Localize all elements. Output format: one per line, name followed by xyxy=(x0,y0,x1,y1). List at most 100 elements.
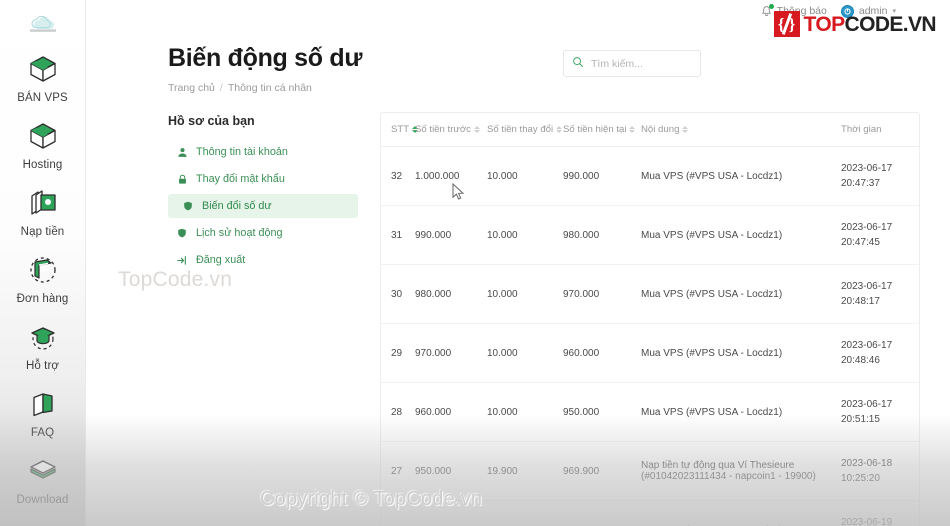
breadcrumb: Trang chủ / Thông tin cá nhân xyxy=(168,82,950,94)
table-row[interactable]: 29 970.000 10.000 960.000 Mua VPS (#VPS USA … xyxy=(381,323,919,383)
cell-note: Mua VPS (#VPS USA - Locdz1) xyxy=(641,146,841,206)
cell-change: 10.000 xyxy=(487,205,563,265)
timestamp-time: 20:51:15 xyxy=(841,414,880,425)
col-label: Số tiền thay đổi xyxy=(487,124,554,135)
cell-note: Mua VPS (#VPS USA - Locdz1) xyxy=(641,500,841,526)
timestamp-date: 2023-06-17 xyxy=(841,222,893,233)
topcode-wordmark: TOPCODE.VN xyxy=(804,14,937,35)
timestamp-date: 2023-06-17 xyxy=(841,281,893,292)
sidebar-label: Nạp tiền xyxy=(20,226,65,238)
cell-note: Nạp tiền tự động qua Ví Thesieure (#0104… xyxy=(641,441,841,501)
col-so-tien-truoc[interactable]: Số tiền trước xyxy=(415,113,487,147)
menu-item-label: Lịch sử hoạt động xyxy=(196,227,283,239)
sidebar-label: Đơn hàng xyxy=(16,293,69,305)
brand-cloud-logo[interactable] xyxy=(19,11,67,37)
sidebar-item-ho-tro[interactable]: Hỗ trợ xyxy=(0,317,86,372)
col-noi-dung[interactable]: Nội dung xyxy=(641,113,841,147)
cube-icon xyxy=(23,49,63,89)
cell-stt: 31 xyxy=(381,205,415,265)
cell-note: Mua VPS (#VPS USA - Locdz1) xyxy=(641,382,841,442)
breadcrumb-separator: / xyxy=(219,82,223,94)
table-header-row: STT Số tiền trước Số tiền thay đổi Số ti… xyxy=(381,113,919,147)
timestamp-date: 2023-06-17 xyxy=(841,163,893,174)
cell-timestamp: 2023-06-17 20:51:15 xyxy=(841,382,919,442)
sidebar-item-hosting[interactable]: Hosting xyxy=(0,116,86,171)
shield-icon xyxy=(176,227,188,239)
sidebar-label: Hỗ trợ xyxy=(25,360,60,372)
menu-item-thong-tin-tai-khoan[interactable]: Thông tin tài khoản xyxy=(168,140,358,164)
timestamp-date: 2023-06-17 xyxy=(841,399,893,410)
sidebar-item-ban-vps[interactable]: BÁN VPS xyxy=(0,49,86,104)
timestamp-date: 2023-06-17 xyxy=(841,340,893,351)
cell-stt: 29 xyxy=(381,323,415,383)
table-row[interactable]: 30 980.000 10.000 970.000 Mua VPS (#VPS USA … xyxy=(381,264,919,324)
cell-stt: 32 xyxy=(381,146,415,206)
timestamp-time: 20:47:45 xyxy=(841,237,880,248)
cell-change: 10.000 xyxy=(487,146,563,206)
col-label: Số tiền hiện tại xyxy=(563,124,627,135)
menu-item-label: Thông tin tài khoản xyxy=(196,146,288,158)
cube-icon xyxy=(23,116,63,156)
col-label: Số tiền trước xyxy=(415,124,471,135)
cell-current: 980.000 xyxy=(563,205,641,265)
menu-item-label: Đăng xuất xyxy=(196,254,246,266)
profile-menu: Hồ sơ của bạn Thông tin tài khoản Thay đ… xyxy=(168,112,358,526)
search-box[interactable]: Tìm kiếm... xyxy=(563,50,701,77)
sidebar-item-nap-tien[interactable]: Nạp tiền xyxy=(0,183,86,238)
cell-change: 10.000 xyxy=(487,382,563,442)
cell-stt: 30 xyxy=(381,264,415,324)
bell-icon xyxy=(760,3,774,18)
cell-timestamp: 2023-06-1922:07:33 xyxy=(841,500,919,526)
cell-current: 969.900 xyxy=(563,441,641,501)
sidebar-label: FAQ xyxy=(30,427,55,439)
sidebar-label: BÁN VPS xyxy=(17,92,68,104)
cell-timestamp: 2023-06-17 20:47:37 xyxy=(841,146,919,206)
col-so-tien-thay-doi[interactable]: Số tiền thay đổi xyxy=(487,113,563,147)
sort-icon[interactable] xyxy=(629,126,636,133)
cell-timestamp: 2023-06-17 20:48:17 xyxy=(841,264,919,324)
table-row[interactable]: 31 990.000 10.000 980.000 Mua VPS (#VPS USA … xyxy=(381,205,919,265)
breadcrumb-current: Thông tin cá nhân xyxy=(227,82,312,94)
cell-before: 1.000.000 xyxy=(415,146,487,206)
timestamp-time: 10:25:20 xyxy=(841,473,880,484)
sort-icon[interactable] xyxy=(473,126,480,133)
col-label: Nội dung xyxy=(641,124,680,135)
table: STT Số tiền trước Số tiền thay đổi Số ti… xyxy=(381,113,919,526)
table-row[interactable]: 27 950.000 19.900 969.900 Nạp tiền tự động q… xyxy=(381,441,919,501)
sort-icon[interactable] xyxy=(556,126,563,133)
menu-item-thay-doi-mat-khau[interactable]: Thay đổi mật khẩu xyxy=(168,167,358,191)
cell-change: 10.000 xyxy=(487,323,563,383)
content-row: Hồ sơ của bạn Thông tin tài khoản Thay đ… xyxy=(86,94,950,526)
sidebar-item-don-hang[interactable]: Đơn hàng xyxy=(0,250,86,305)
table-row[interactable]: 28 960.000 10.000 950.000 Mua VPS (#VPS USA … xyxy=(381,382,919,442)
table-row[interactable]: 32 1.000.000 10.000 990.000 Mua VPS (#VPS US… xyxy=(381,146,919,206)
breadcrumb-home[interactable]: Trang chủ xyxy=(168,82,215,94)
sidebar-label: Hosting xyxy=(22,159,63,171)
table-row[interactable]: 26969.90010.000959.900Mua VPS (#VPS USA … xyxy=(381,500,919,526)
user-icon xyxy=(176,146,188,158)
cell-before: 960.000 xyxy=(415,382,487,442)
col-stt[interactable]: STT xyxy=(381,113,419,147)
timestamp-date: 2023-06-18 xyxy=(841,458,893,469)
cell-before: 990.000 xyxy=(415,205,487,265)
sidebar-item-download[interactable]: Download xyxy=(0,451,86,506)
search-input[interactable]: Tìm kiếm... xyxy=(591,58,643,70)
cell-before: 980.000 xyxy=(415,264,487,324)
menu-item-lich-su-hoat-dong[interactable]: Lịch sử hoạt động xyxy=(168,221,358,245)
cell-change: 19.900 xyxy=(487,441,563,501)
menu-item-bien-doi-so-du[interactable]: Biến đổi số dư xyxy=(168,194,358,218)
cell-note: Mua VPS (#VPS USA - Locdz1) xyxy=(641,264,841,324)
profile-menu-title: Hồ sơ của bạn xyxy=(168,114,255,128)
col-thoi-gian: Thời gian xyxy=(841,113,919,147)
left-sidebar: BÁN VPS Hosting Nạp tiền Đơn hàng Hỗ trợ… xyxy=(0,0,86,526)
app-window: BÁN VPS Hosting Nạp tiền Đơn hàng Hỗ trợ… xyxy=(0,0,950,526)
sort-icon[interactable] xyxy=(682,126,689,133)
notification-dot xyxy=(768,3,774,9)
cell-change: 10.000 xyxy=(487,500,563,526)
table-body: 32 1.000.000 10.000 990.000 Mua VPS (#VPS US… xyxy=(381,146,919,526)
sidebar-item-faq[interactable]: FAQ xyxy=(0,384,86,439)
order-icon xyxy=(23,250,63,290)
search-icon xyxy=(572,55,584,73)
menu-item-dang-xuat[interactable]: Đăng xuất xyxy=(168,248,358,272)
col-so-tien-hien-tai[interactable]: Số tiền hiện tại xyxy=(563,113,641,147)
